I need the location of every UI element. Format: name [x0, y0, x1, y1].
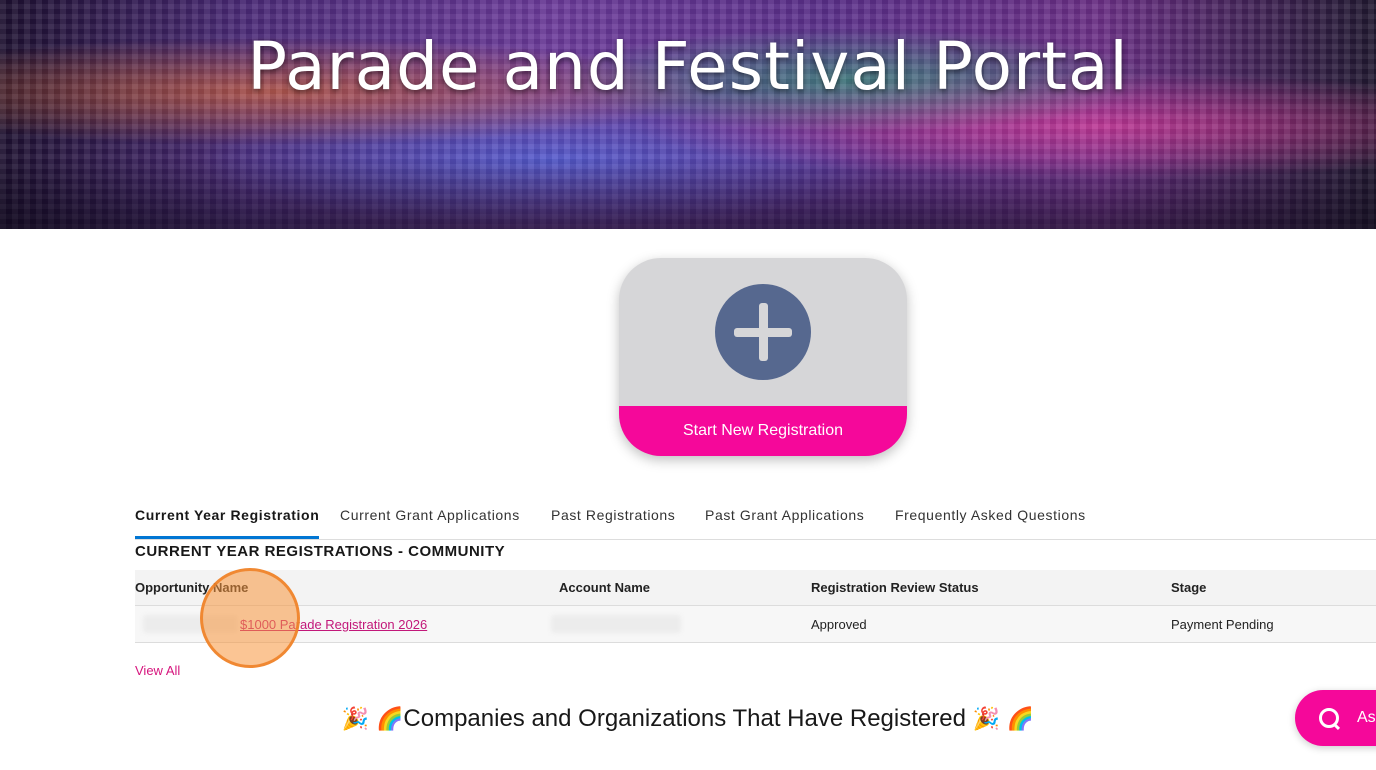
tab-current-year-registration[interactable]: Current Year Registration: [135, 507, 320, 539]
page-title: Parade and Festival Portal: [247, 28, 1129, 105]
review-status-cell: Approved: [811, 617, 867, 632]
companies-heading: 🎉 🌈Companies and Organizations That Have…: [0, 705, 1376, 733]
rainbow-icon: 🌈: [375, 706, 404, 731]
ask-help-label: As: [1357, 709, 1376, 726]
hero-fade-overlay: [0, 159, 1376, 229]
chat-bubble-icon: [1319, 708, 1339, 728]
click-highlight-marker: [200, 568, 300, 668]
column-header-registration-review-status[interactable]: Registration Review Status: [811, 580, 979, 595]
registration-tabs: Current Year Registration Current Grant …: [135, 507, 1376, 540]
start-new-registration-label: Start New Registration: [619, 406, 907, 456]
party-popper-icon: 🎉: [341, 706, 370, 731]
table-row: $1000 Parade Registration 2026 Approved …: [135, 606, 1376, 643]
column-header-account-name[interactable]: Account Name: [559, 580, 650, 595]
party-popper-icon-right: 🎉: [972, 706, 1001, 731]
companies-heading-text: Companies and Organizations That Have Re…: [403, 705, 966, 732]
registrations-table: Opportunity Name Account Name Registrati…: [135, 570, 1376, 643]
tab-past-grant-applications[interactable]: Past Grant Applications: [705, 507, 864, 537]
tab-frequently-asked-questions[interactable]: Frequently Asked Questions: [895, 507, 1086, 537]
table-header: Opportunity Name Account Name Registrati…: [135, 570, 1376, 606]
start-new-registration-button[interactable]: Start New Registration: [619, 258, 907, 456]
section-title: CURRENT YEAR REGISTRATIONS - COMMUNITY: [135, 543, 506, 560]
tab-current-grant-applications[interactable]: Current Grant Applications: [340, 507, 520, 537]
ask-help-button[interactable]: As: [1295, 690, 1376, 746]
column-header-stage[interactable]: Stage: [1171, 580, 1206, 595]
stage-cell: Payment Pending: [1171, 617, 1274, 632]
view-all-link[interactable]: View All: [135, 663, 180, 678]
redacted-account-name: [551, 615, 681, 633]
plus-icon: [715, 284, 811, 380]
rainbow-icon-right: 🌈: [1006, 706, 1035, 731]
hero-banner: Parade and Festival Portal: [0, 0, 1376, 229]
tab-past-registrations[interactable]: Past Registrations: [551, 507, 675, 537]
